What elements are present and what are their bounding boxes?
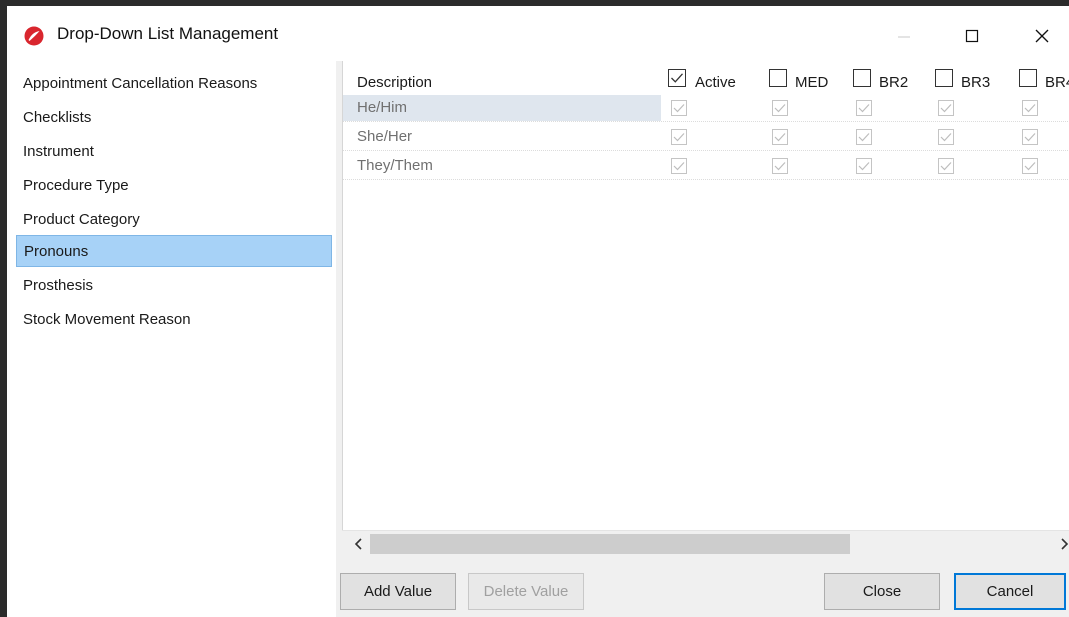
header-checkbox-br2[interactable] xyxy=(853,69,871,91)
sidebar-item-procedure-type[interactable]: Procedure Type xyxy=(16,170,332,202)
cell-checkbox-they-them-br3[interactable] xyxy=(938,158,954,178)
checkbox-unchecked-icon xyxy=(769,69,787,87)
cell-checkbox-they-them-med[interactable] xyxy=(772,158,788,178)
maximize-button[interactable] xyxy=(947,12,997,59)
window-frame-left xyxy=(0,0,7,617)
sidebar-item-stock-movement-reason[interactable]: Stock Movement Reason xyxy=(16,304,332,336)
row-divider xyxy=(343,121,1069,122)
checkbox-checked-disabled-icon xyxy=(938,158,954,174)
values-grid: Description Active MED BR2 BR3 BR He/Him… xyxy=(342,61,1069,555)
add-value-button[interactable]: Add Value xyxy=(340,573,456,610)
cell-checkbox-she-her-active[interactable] xyxy=(671,129,687,149)
header-checkbox-med[interactable] xyxy=(769,69,787,91)
checkbox-checked-disabled-icon xyxy=(671,100,687,116)
minimize-icon xyxy=(898,36,910,37)
cell-checkbox-she-her-br4[interactable] xyxy=(1022,129,1038,149)
sidebar-item-product-category[interactable]: Product Category xyxy=(16,204,332,236)
checkbox-checked-disabled-icon xyxy=(772,158,788,174)
minimize-button[interactable] xyxy=(879,12,929,59)
checkbox-checked-disabled-icon xyxy=(938,129,954,145)
row-divider xyxy=(343,179,1069,180)
checkbox-checked-disabled-icon xyxy=(938,100,954,116)
cell-checkbox-she-her-med[interactable] xyxy=(772,129,788,149)
row-description-she-her[interactable]: She/Her xyxy=(357,124,412,150)
checkbox-unchecked-icon xyxy=(935,69,953,87)
cell-checkbox-she-her-br2[interactable] xyxy=(856,129,872,149)
sidebar-item-checklists[interactable]: Checklists xyxy=(16,102,332,134)
checkbox-checked-disabled-icon xyxy=(772,100,788,116)
maximize-icon xyxy=(965,29,979,42)
header-checkbox-br4[interactable] xyxy=(1019,69,1037,91)
cancel-button[interactable]: Cancel xyxy=(954,573,1066,610)
checkbox-checked-disabled-icon xyxy=(1022,129,1038,145)
row-description-they-them[interactable]: They/Them xyxy=(357,153,433,179)
sidebar-item-prosthesis[interactable]: Prosthesis xyxy=(16,270,332,302)
header-checkbox-active[interactable] xyxy=(668,69,686,91)
sidebar-item-appointment-cancellation-reasons[interactable]: Appointment Cancellation Reasons xyxy=(16,68,332,100)
cell-checkbox-she-her-br3[interactable] xyxy=(938,129,954,149)
cell-checkbox-he-him-med[interactable] xyxy=(772,100,788,120)
checkbox-checked-disabled-icon xyxy=(856,100,872,116)
column-header-med[interactable]: MED xyxy=(795,67,828,99)
cell-checkbox-they-them-active[interactable] xyxy=(671,158,687,178)
scroll-left-arrow-icon[interactable] xyxy=(352,535,366,553)
cell-checkbox-he-him-br3[interactable] xyxy=(938,100,954,120)
cell-checkbox-he-him-br2[interactable] xyxy=(856,100,872,120)
checkbox-checked-disabled-icon xyxy=(1022,158,1038,174)
close-button[interactable]: Close xyxy=(824,573,940,610)
dropdown-list-management-window: Drop-Down List Management Appointment Ca… xyxy=(0,0,1069,617)
close-icon xyxy=(1035,29,1049,42)
row-divider xyxy=(343,150,1069,151)
checkbox-checked-disabled-icon xyxy=(856,158,872,174)
delete-value-button[interactable]: Delete Value xyxy=(468,573,584,610)
checkbox-checked-disabled-icon xyxy=(856,129,872,145)
cell-checkbox-he-him-active[interactable] xyxy=(671,100,687,120)
row-description-he-him[interactable]: He/Him xyxy=(357,95,407,121)
scroll-right-arrow-icon[interactable] xyxy=(1057,535,1069,553)
header-checkbox-br3[interactable] xyxy=(935,69,953,91)
title-bar[interactable]: Drop-Down List Management xyxy=(7,6,1069,61)
checkbox-checked-icon xyxy=(668,69,686,87)
horizontal-scrollbar[interactable] xyxy=(342,530,1069,556)
sidebar-item-instrument[interactable]: Instrument xyxy=(16,136,332,168)
cell-checkbox-he-him-br4[interactable] xyxy=(1022,100,1038,120)
column-header-br2[interactable]: BR2 xyxy=(879,67,908,99)
column-header-active[interactable]: Active xyxy=(695,67,736,99)
column-header-br3[interactable]: BR3 xyxy=(961,67,990,99)
scrollbar-thumb[interactable] xyxy=(370,534,850,554)
cell-checkbox-they-them-br4[interactable] xyxy=(1022,158,1038,178)
checkbox-unchecked-icon xyxy=(853,69,871,87)
checkbox-checked-disabled-icon xyxy=(671,158,687,174)
sidebar-item-pronouns[interactable]: Pronouns xyxy=(16,235,332,267)
close-window-button[interactable] xyxy=(1017,12,1067,59)
checkbox-checked-disabled-icon xyxy=(671,129,687,145)
column-header-br4[interactable]: BR4 xyxy=(1045,67,1069,99)
red-leaf-logo-icon xyxy=(24,26,44,46)
checkbox-checked-disabled-icon xyxy=(1022,100,1038,116)
checkbox-checked-disabled-icon xyxy=(772,129,788,145)
checkbox-unchecked-icon xyxy=(1019,69,1037,87)
window-title: Drop-Down List Management xyxy=(57,24,279,43)
list-category-sidebar: Appointment Cancellation Reasons Checkli… xyxy=(7,61,336,617)
button-bar: Add Value Delete Value Close Cancel xyxy=(336,556,1069,617)
cell-checkbox-they-them-br2[interactable] xyxy=(856,158,872,178)
